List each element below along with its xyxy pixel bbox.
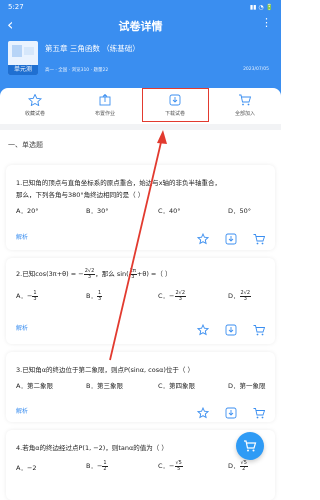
paper-cover: 单元测 — [8, 41, 38, 75]
option-b[interactable]: B．第三象限 — [86, 380, 123, 390]
question-actions — [196, 321, 266, 336]
download-icon[interactable] — [225, 404, 237, 419]
highlight-box — [142, 88, 209, 122]
paper-meta: 高一 · 全国 · 浏览310 · 题量22 — [45, 68, 109, 73]
analysis-link[interactable]: 解析 — [16, 232, 28, 241]
cart-icon — [244, 440, 257, 452]
cart-icon[interactable] — [253, 404, 266, 419]
star-icon[interactable] — [196, 404, 210, 419]
cart-icon[interactable] — [253, 230, 266, 245]
section-title: 一、单选题 — [8, 141, 43, 149]
option-a[interactable]: A．第二象限 — [16, 380, 53, 390]
question-text: 1.已知角的顶点与直角坐标系的原点重合，始边与x轴的非负半轴重合， — [16, 179, 222, 187]
question-text: 2.已知cos(3π+θ) = −2√2 3 ，那么 sin(2π 3 +θ) =（ ） — [16, 267, 172, 280]
status-time: 5:27 — [8, 3, 24, 11]
option-c[interactable]: C．− √5 5 — [158, 460, 183, 472]
question-actions — [196, 230, 266, 245]
cover-art-icon — [12, 45, 34, 57]
option-c[interactable]: C．第四象限 — [158, 380, 195, 390]
assign-button[interactable]: 布置作业 — [70, 88, 140, 124]
question-text: 4.若角α的终边经过点P(1, −2)，则tanα的值为（ ） — [16, 444, 168, 452]
star-icon[interactable] — [196, 321, 210, 336]
option-b[interactable]: B． 1 3 — [86, 290, 103, 302]
cart-icon[interactable] — [253, 321, 266, 336]
option-d[interactable]: D． 2√2 3 — [228, 290, 252, 302]
favorite-label: 收藏试卷 — [24, 111, 45, 117]
question-card-1: 1.已知角的顶点与直角坐标系的原点重合，始边与x轴的非负半轴重合， 那么，下列各… — [6, 165, 275, 250]
question-card-2: 2.已知cos(3π+θ) = −2√2 3 ，那么 sin(2π 3 +θ) =（ ）… — [6, 258, 275, 344]
option-a[interactable]: A．20° — [16, 205, 38, 215]
question-actions — [196, 404, 266, 419]
question-text: 那么，下列各角与380°角终边相同的是（ ） — [16, 191, 145, 199]
download-icon[interactable] — [225, 230, 237, 245]
page-title: 试卷详情 — [118, 20, 163, 33]
option-b[interactable]: B．30° — [86, 205, 108, 215]
option-d[interactable]: D．第一象限 — [228, 380, 266, 390]
question-text: 3.已知角α的终边位于第二象限，则点P(sinα, cosα)位于（ ） — [16, 366, 194, 374]
download-icon[interactable] — [225, 321, 237, 336]
cart-icon — [239, 94, 252, 106]
question-card-4: 4.若角α的终边经过点P(1, −2)，则tanα的值为（ ） A．−2 B．−… — [6, 430, 275, 500]
option-b[interactable]: B．− 1 2 — [86, 460, 108, 472]
option-c[interactable]: C．− 2√2 3 — [158, 290, 187, 302]
option-a[interactable]: A．−2 — [16, 462, 37, 472]
action-bar: 收藏试卷 布置作业 下载试卷 全部加入 — [0, 88, 281, 124]
star-icon — [27, 94, 43, 106]
favorite-button[interactable]: 收藏试卷 — [0, 88, 70, 124]
divider — [0, 124, 281, 130]
option-a[interactable]: A．− 1 3 — [16, 290, 38, 302]
cover-label: 单元测 — [8, 65, 38, 75]
star-icon[interactable] — [196, 230, 210, 245]
paper-title: 第五章 三角函数 （练基础） — [45, 44, 140, 53]
add-all-button[interactable]: 全部加入 — [210, 88, 280, 124]
analysis-link[interactable]: 解析 — [16, 406, 28, 415]
option-c[interactable]: C．40° — [158, 205, 181, 215]
paper-date: 2023/07/05 — [243, 67, 269, 72]
share-icon — [99, 94, 111, 106]
option-d[interactable]: D． √5 2 — [228, 460, 248, 472]
status-icons: ▮▮ ◔ 🔋 — [249, 4, 273, 11]
floating-cart-button[interactable] — [236, 432, 264, 460]
analysis-link[interactable]: 解析 — [16, 323, 28, 332]
add-all-label: 全部加入 — [234, 111, 255, 117]
assign-label: 布置作业 — [94, 111, 115, 117]
question-card-3: 3.已知角α的终边位于第二象限，则点P(sinα, cosα)位于（ ） A．第… — [6, 352, 275, 422]
more-icon[interactable]: ⋮ — [261, 16, 272, 29]
option-d[interactable]: D．50° — [228, 205, 251, 215]
